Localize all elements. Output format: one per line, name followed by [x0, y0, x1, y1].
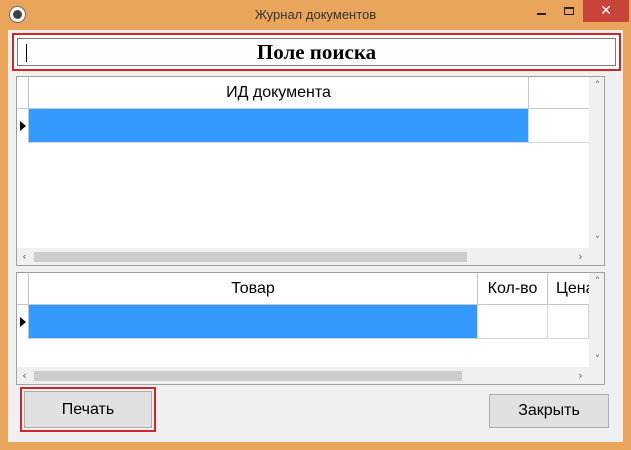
row-header[interactable] [17, 305, 29, 339]
grid-corner-header [17, 273, 29, 305]
scroll-up-icon[interactable]: ˄ [590, 77, 604, 94]
column-header-document-id[interactable]: ИД документа [29, 77, 529, 109]
title-bar[interactable]: Журнал документов ✕ [0, 0, 631, 30]
column-header-product[interactable]: Товар [29, 273, 478, 305]
scroll-right-icon[interactable]: › [573, 248, 588, 265]
close-icon: ✕ [600, 3, 612, 19]
grid-corner-header [17, 77, 29, 109]
current-row-arrow-icon [20, 317, 26, 327]
scroll-corner [589, 248, 604, 265]
current-row-arrow-icon [20, 121, 26, 131]
search-input[interactable]: Поле поиска [17, 38, 616, 66]
close-window-button[interactable]: ✕ [583, 0, 629, 22]
horizontal-scrollbar[interactable]: ‹ › [17, 367, 589, 384]
vertical-scrollbar[interactable]: ˄ ˅ [589, 273, 604, 368]
table-cell-selected[interactable] [29, 109, 529, 143]
minimize-icon [537, 13, 546, 15]
scroll-down-icon[interactable]: ˅ [590, 351, 604, 368]
client-area: Поле поиска ИД документа Д ˄ ˅ ‹ › [8, 30, 623, 442]
scroll-right-icon[interactable]: › [573, 367, 588, 384]
horizontal-scrollbar[interactable]: ‹ › [17, 248, 589, 265]
documents-grid[interactable]: ИД документа Д ˄ ˅ ‹ › [16, 76, 605, 266]
scroll-left-icon[interactable]: ‹ [17, 367, 32, 384]
print-button[interactable]: Печать [24, 391, 152, 428]
vertical-scrollbar[interactable]: ˄ ˅ [589, 77, 604, 249]
scrollbar-thumb[interactable] [34, 252, 467, 262]
main-window: Журнал документов ✕ Поле поиска ИД докум… [0, 0, 631, 450]
maximize-button[interactable] [555, 0, 582, 22]
column-header-quantity[interactable]: Кол-во [478, 273, 548, 305]
scrollbar-thumb[interactable] [34, 371, 462, 381]
scroll-down-icon[interactable]: ˅ [590, 232, 604, 249]
search-highlight-frame: Поле поиска [12, 33, 621, 71]
table-cell[interactable] [548, 305, 589, 339]
scroll-left-icon[interactable]: ‹ [17, 248, 32, 265]
search-placeholder: Поле поиска [256, 40, 377, 64]
row-header[interactable] [17, 109, 29, 143]
maximize-icon [563, 7, 574, 15]
close-button[interactable]: Закрыть [489, 394, 609, 428]
text-caret [26, 44, 27, 62]
scroll-up-icon[interactable]: ˄ [590, 273, 604, 290]
table-cell[interactable] [478, 305, 548, 339]
items-grid[interactable]: Товар Кол-во Цена ˄ ˅ ‹ › [16, 272, 605, 385]
minimize-button[interactable] [528, 0, 555, 22]
table-cell-selected[interactable] [29, 305, 478, 339]
scroll-corner [589, 367, 604, 384]
